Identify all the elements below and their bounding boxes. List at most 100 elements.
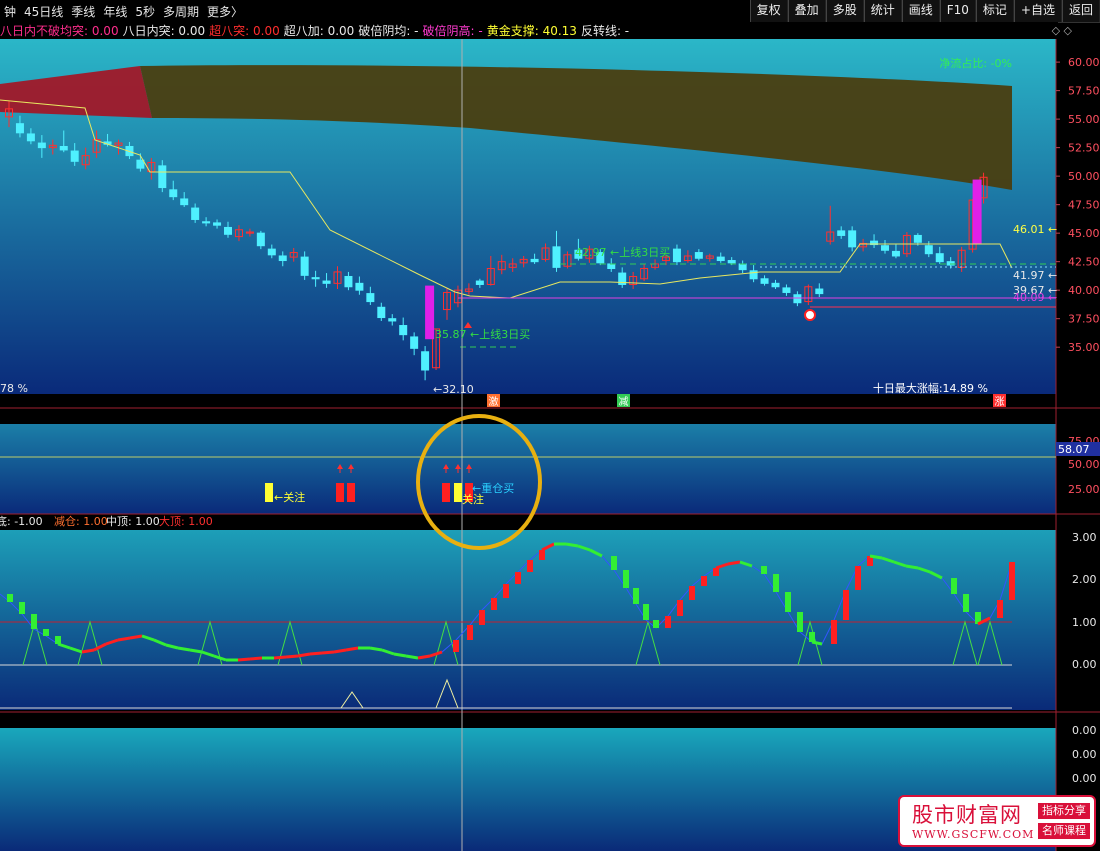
oscillator-bar bbox=[467, 625, 473, 640]
oscillator-segment bbox=[81, 648, 95, 654]
candle bbox=[815, 288, 824, 295]
oscillator-segment bbox=[869, 554, 883, 560]
toolbar-button-0[interactable]: 复权 bbox=[749, 0, 788, 22]
oscillator-bar bbox=[761, 566, 767, 574]
oscillator-bar bbox=[701, 576, 707, 586]
candle bbox=[169, 189, 178, 198]
signal-tag-2: 涨 bbox=[995, 396, 1005, 408]
oscillator-bar bbox=[527, 560, 533, 572]
toolbar-button-6[interactable]: 标记 bbox=[975, 0, 1014, 22]
candle bbox=[158, 165, 167, 189]
oscillator-bar bbox=[623, 570, 629, 588]
toolbar-button-3[interactable]: 统计 bbox=[863, 0, 902, 22]
candle bbox=[70, 150, 79, 162]
candle bbox=[410, 336, 419, 349]
candle bbox=[26, 133, 35, 142]
candle bbox=[256, 232, 265, 247]
oscillator-bar bbox=[43, 629, 49, 636]
lower-legend-0: 底: -1.00 bbox=[0, 514, 43, 528]
candle bbox=[935, 253, 944, 263]
oscillator-bar bbox=[831, 620, 837, 644]
oscillator-segment bbox=[117, 636, 131, 642]
candle bbox=[848, 230, 857, 248]
candle bbox=[37, 142, 46, 149]
oscillator-bar bbox=[665, 616, 671, 628]
price-axis-label-5: 47.50 bbox=[1068, 199, 1100, 212]
period-item-3[interactable]: 年线 bbox=[99, 3, 131, 20]
candle bbox=[388, 318, 397, 322]
lower-legend-2: 中顶: 1.00 bbox=[106, 515, 160, 528]
candle bbox=[202, 221, 211, 224]
oscillator-bar bbox=[491, 598, 497, 610]
period-item-1[interactable]: 45日线 bbox=[20, 3, 67, 20]
mid-signal-bar bbox=[454, 483, 462, 502]
candle bbox=[716, 256, 725, 262]
candle bbox=[377, 306, 386, 319]
mid-label-focus-2: 关注 bbox=[462, 492, 484, 506]
indicator-bar: 八日内不破均突: 0.00 八日内突: 0.00 超八突: 0.00 超八加: 0.0… bbox=[0, 22, 1058, 38]
oscillator-segment bbox=[321, 650, 335, 655]
candle bbox=[913, 234, 922, 243]
indicator-value-3: 超八加: 0.00 bbox=[283, 23, 355, 38]
toolbar-button-5[interactable]: F10 bbox=[939, 0, 976, 22]
indicator-value-6: 黄金支撑: 40.13 bbox=[486, 23, 577, 38]
period-item-0[interactable]: 钟 bbox=[0, 3, 20, 20]
watermark-logo: 股市财富网 WWW.GSCFW.COM 指标分享 名师课程 bbox=[898, 795, 1096, 847]
period-item-5[interactable]: 多周期 bbox=[159, 3, 203, 20]
indicator-value-4: 破倍阴均: - bbox=[358, 23, 419, 38]
oscillator-bar bbox=[677, 600, 683, 616]
candle bbox=[793, 294, 802, 304]
price-axis-label-9: 37.50 bbox=[1068, 313, 1100, 326]
candle bbox=[607, 263, 616, 270]
period-menu: 钟 45日线 季线 年线 5秒 多周期 更多〉 bbox=[0, 0, 247, 22]
indicator-value-5: 破倍阴高: - bbox=[422, 23, 483, 38]
oscillator-segment bbox=[369, 646, 383, 652]
oscillator-bar bbox=[951, 578, 957, 594]
toolbar-button-2[interactable]: 多股 bbox=[825, 0, 864, 22]
candle bbox=[924, 245, 933, 255]
lower-axis-label-2: 1.00 bbox=[1072, 616, 1097, 629]
price-axis-label-8: 40.00 bbox=[1068, 284, 1100, 297]
annotation-low: ←32.10 bbox=[433, 383, 474, 396]
watermark-url: WWW.GSCFW.COM bbox=[912, 828, 1035, 841]
price-axis-label-7: 42.50 bbox=[1068, 256, 1100, 269]
period-item-6[interactable]: 更多〉 bbox=[203, 3, 247, 20]
lower-axis-label-1: 2.00 bbox=[1072, 573, 1097, 586]
oscillator-bar bbox=[713, 568, 719, 576]
price-axis-label-6: 45.00 bbox=[1068, 227, 1100, 240]
mid-value: 58.07 bbox=[1058, 443, 1090, 456]
candle bbox=[224, 226, 232, 235]
annotation-41: 41.97 ← bbox=[1013, 269, 1057, 282]
oscillator-bar bbox=[653, 620, 659, 628]
toolbar-button-8[interactable]: 返回 bbox=[1061, 0, 1100, 22]
toolbar-button-4[interactable]: 画线 bbox=[901, 0, 940, 22]
period-item-4[interactable]: 5秒 bbox=[131, 3, 159, 20]
candle bbox=[15, 123, 24, 134]
lower-panel-bg bbox=[0, 530, 1056, 710]
candle bbox=[366, 293, 375, 303]
bottom-axis-label-2: 0.00 bbox=[1072, 772, 1097, 785]
oscillator-bar bbox=[809, 632, 815, 642]
oscillator-segment bbox=[309, 651, 323, 656]
signal-tag-1: 减 bbox=[619, 396, 629, 408]
price-axis-label-2: 55.00 bbox=[1068, 113, 1100, 126]
main-panel-footer bbox=[0, 394, 1056, 408]
oscillator-bar bbox=[963, 594, 969, 612]
oscillator-bar bbox=[7, 594, 13, 602]
nav-arrows[interactable]: ◇ ◇ bbox=[1052, 24, 1072, 37]
toolbar-button-1[interactable]: 叠加 bbox=[787, 0, 826, 22]
candle bbox=[344, 275, 353, 288]
watermark-tag-course: 名师课程 bbox=[1038, 823, 1090, 839]
signal-tag-0: 激 bbox=[489, 395, 499, 408]
period-item-2[interactable]: 季线 bbox=[67, 3, 99, 20]
mid-signal-bar bbox=[265, 483, 273, 502]
toolbar-button-7[interactable]: +自选 bbox=[1013, 0, 1062, 22]
mid-signal-bar bbox=[336, 483, 344, 502]
candle bbox=[136, 159, 145, 169]
candle bbox=[59, 145, 68, 151]
candle bbox=[399, 325, 408, 336]
volume-signal-bar bbox=[425, 285, 435, 340]
price-axis-label-0: 60.00 bbox=[1068, 56, 1100, 69]
volume-signal-bar bbox=[972, 179, 982, 245]
oscillator-segment bbox=[285, 654, 299, 659]
